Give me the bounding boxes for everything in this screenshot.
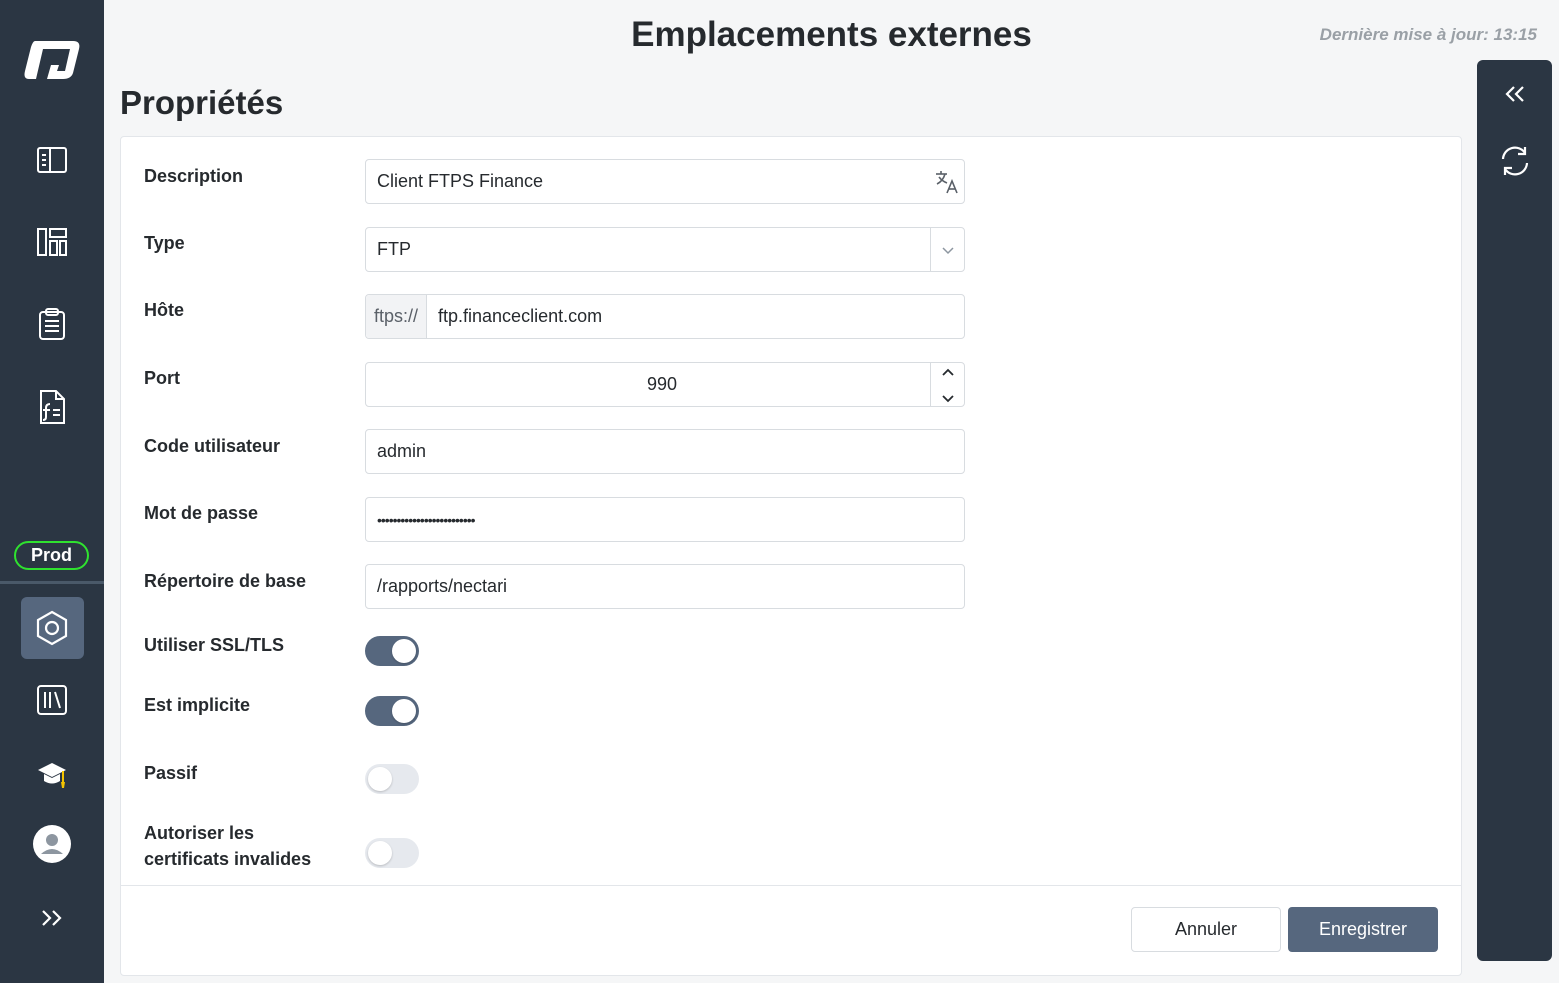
- type-value[interactable]: FTP: [366, 239, 930, 260]
- password-label: Mot de passe: [144, 503, 259, 523]
- use-ssl-label: Utiliser SSL/TLS: [144, 635, 285, 655]
- password-field[interactable]: •••••••••••••••••••••••••: [365, 497, 965, 542]
- cancel-button[interactable]: Annuler: [1131, 907, 1281, 952]
- right-panel: [1477, 60, 1552, 961]
- environment-badge: Prod: [14, 541, 89, 570]
- footer-divider: [121, 885, 1461, 886]
- port-spinner: [930, 363, 964, 406]
- sidebar-divider: [0, 581, 104, 584]
- hexagon-settings-icon[interactable]: [0, 607, 104, 649]
- left-sidebar: Prod: [0, 0, 104, 983]
- page-title-text: Emplacements externes: [631, 15, 1032, 54]
- base-dir-label: Répertoire de base: [144, 571, 307, 591]
- last-update-text: Dernière mise à jour: 13:15: [1319, 25, 1537, 44]
- type-select[interactable]: FTP: [365, 227, 965, 272]
- implicit-toggle[interactable]: [365, 696, 419, 726]
- allow-invalid-label: Autoriser les certificats invalides: [144, 820, 311, 872]
- user-value[interactable]: admin: [366, 441, 964, 462]
- password-value[interactable]: •••••••••••••••••••••••••: [366, 512, 964, 528]
- toggle-knob: [368, 767, 392, 791]
- port-label: Port: [144, 368, 180, 388]
- user-avatar-icon[interactable]: [0, 824, 104, 864]
- port-value[interactable]: 990: [366, 374, 930, 395]
- properties-form: Description Client FTPS Finance Type FTP…: [120, 136, 1462, 976]
- user-field[interactable]: admin: [365, 429, 965, 474]
- passive-toggle[interactable]: [365, 764, 419, 794]
- host-field[interactable]: ftps:// ftp.financeclient.com: [365, 294, 965, 339]
- toggle-knob: [392, 639, 416, 663]
- implicit-label: Est implicite: [144, 695, 251, 715]
- refresh-icon[interactable]: [1477, 144, 1552, 180]
- section-title: Propriétés: [120, 84, 284, 121]
- save-button[interactable]: Enregistrer: [1288, 907, 1438, 952]
- description-label: Description: [144, 166, 244, 186]
- description-value[interactable]: Client FTPS Finance: [366, 171, 930, 192]
- toggle-knob: [392, 699, 416, 723]
- graduation-cap-icon[interactable]: [0, 755, 104, 795]
- allow-invalid-label-line1: Autoriser les: [144, 823, 255, 843]
- chevron-down-icon[interactable]: [930, 228, 964, 271]
- app-logo-icon[interactable]: [0, 30, 104, 90]
- book-open-icon[interactable]: [0, 140, 104, 180]
- allow-invalid-label-line2: certificats invalides: [144, 849, 312, 869]
- increment-icon[interactable]: [941, 361, 955, 382]
- host-value[interactable]: ftp.financeclient.com: [427, 306, 964, 327]
- base-dir-value[interactable]: /rapports/nectari: [366, 576, 964, 597]
- user-label: Code utilisateur: [144, 436, 281, 456]
- clipboard-list-icon[interactable]: [0, 304, 104, 344]
- allow-invalid-toggle[interactable]: [365, 838, 419, 868]
- toggle-knob: [368, 841, 392, 865]
- host-label: Hôte: [144, 300, 184, 320]
- host-prefix: ftps://: [366, 295, 428, 338]
- formula-document-icon[interactable]: [0, 386, 104, 428]
- description-field[interactable]: Client FTPS Finance: [365, 159, 965, 204]
- port-stepper[interactable]: 990: [365, 362, 965, 407]
- collapse-chevrons-icon[interactable]: [1477, 84, 1552, 108]
- type-label: Type: [144, 233, 185, 253]
- use-ssl-toggle[interactable]: [365, 636, 419, 666]
- decrement-icon[interactable]: [941, 387, 955, 408]
- library-icon[interactable]: [0, 680, 104, 720]
- expand-chevrons-icon[interactable]: [0, 900, 104, 936]
- passive-label: Passif: [144, 763, 198, 783]
- base-dir-field[interactable]: /rapports/nectari: [365, 564, 965, 609]
- translate-icon[interactable]: [930, 160, 964, 203]
- dashboard-icon[interactable]: [0, 222, 104, 262]
